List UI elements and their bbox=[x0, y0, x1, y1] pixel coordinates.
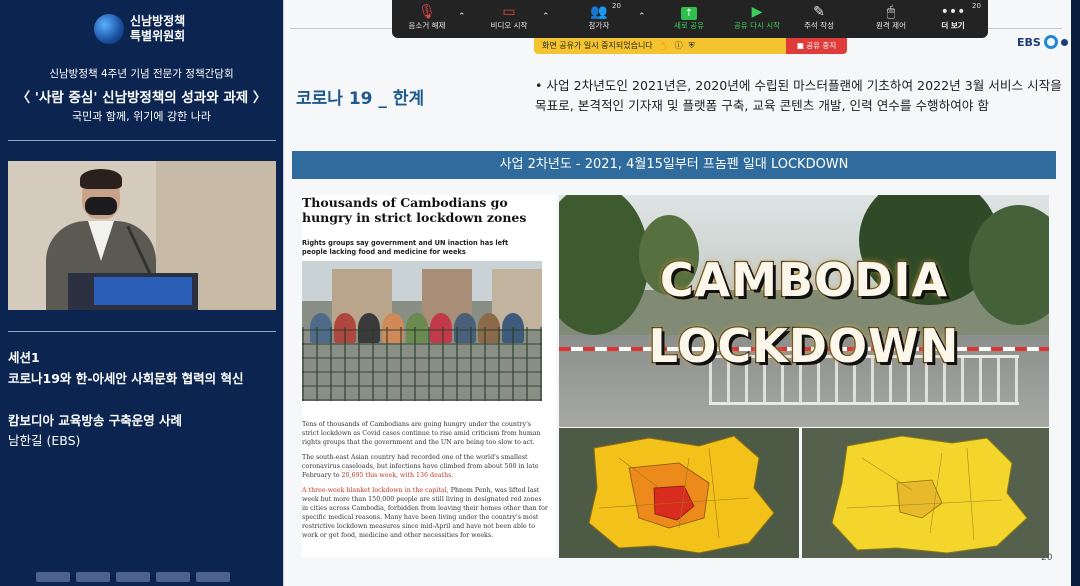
article-paragraph-1: Tens of thousands of Cambodians are goin… bbox=[302, 421, 541, 446]
article-paragraph-2: The south-east Asian country had recorde… bbox=[302, 453, 548, 480]
ebs-logo: EBS bbox=[1017, 35, 1068, 49]
session-title: 코로나19와 한-아세안 사회문화 협력의 혁신 bbox=[8, 371, 244, 386]
participants-button[interactable]: 👥 참가자 bbox=[564, 3, 634, 37]
event-info-panel: 신남방정책 특별위원회 신남방정책 4주년 기념 전문가 정책간담회 〈 '사람… bbox=[0, 0, 283, 586]
podium-sign bbox=[94, 277, 192, 305]
info-icon[interactable]: ⓘ bbox=[675, 38, 683, 54]
article-body: Tens of thousands of Cambodians are goin… bbox=[302, 420, 548, 546]
sponsor-logo bbox=[196, 572, 230, 582]
start-video-label: 비디오 시작 bbox=[490, 21, 528, 30]
slide-heading: 코로나 19 _ 한계 bbox=[296, 89, 425, 109]
presenter-info: 캄보디아 교육방송 구축운영 사례 남한길 (EBS) bbox=[8, 411, 182, 451]
start-video-button[interactable]: ▭ 비디오 시작 bbox=[474, 3, 544, 37]
article-dek: Rights groups say government and UN inac… bbox=[302, 239, 509, 256]
slide-banner: 사업 2차년도 - 2021, 4월15일부터 프놈펜 일대 LOCKDOWN bbox=[292, 151, 1056, 179]
event-subtitle: 신남방정책 4주년 기념 전문가 정책간담회 bbox=[49, 68, 234, 80]
video-off-icon: ▭ bbox=[502, 4, 516, 20]
new-share-button[interactable]: ↑ 새로 공유 bbox=[654, 3, 724, 37]
session-label: 세션1 bbox=[8, 350, 40, 365]
logo-line-1: 신남방정책 bbox=[130, 14, 186, 28]
share-status-bar: 화면 공유가 일시 중지되었습니다 ✋ ⓘ ⛨ ■ 공유 중지 bbox=[534, 38, 847, 54]
slide-bullet: • 사업 2차년도인 2021년은, 2020년에 수립된 마스터플랜에 기초하… bbox=[535, 78, 1062, 113]
sponsor-logo bbox=[116, 572, 150, 582]
resume-share-button[interactable]: ▶ 공유 다시 시작 bbox=[722, 3, 792, 37]
session-info: 세션1 코로나19와 한-아세안 사회문화 협력의 혁신 bbox=[8, 347, 244, 389]
more-label: 더 보기 bbox=[941, 21, 965, 30]
globe-logo-icon bbox=[94, 14, 124, 44]
video-options-chevron-icon[interactable]: ⌃ bbox=[542, 12, 550, 22]
stop-share-button[interactable]: ■ 공유 중지 bbox=[786, 38, 847, 54]
remote-control-button[interactable]: 🖱 원격 제어 bbox=[856, 3, 926, 37]
mic-muted-icon: 🎙 bbox=[418, 4, 436, 20]
ebs-c-icon bbox=[1043, 35, 1058, 49]
security-shield-icon[interactable]: ⛨ bbox=[689, 38, 695, 54]
remote-control-icon: 🖱 bbox=[886, 4, 896, 20]
ebs-dot-icon bbox=[1060, 38, 1068, 46]
article-headline: Thousands of Cambodians go hungry in str… bbox=[302, 195, 527, 225]
annotate-label: 주석 작성 bbox=[804, 21, 834, 30]
unmute-button[interactable]: 🎙 음소거 해제 bbox=[392, 3, 462, 37]
participants-icon: 👥 bbox=[590, 4, 608, 20]
unmute-label: 음소거 해제 bbox=[408, 21, 446, 30]
share-paused-message: 화면 공유가 일시 중지되었습니다 ✋ ⓘ ⛨ bbox=[534, 38, 786, 54]
logo-line-2: 특별위원회 bbox=[130, 29, 186, 43]
participants-options-chevron-icon[interactable]: ⌃ bbox=[638, 12, 646, 22]
page-number: 20 bbox=[1041, 553, 1053, 563]
talk-title: 캄보디아 교육방송 구축운영 사례 bbox=[8, 413, 183, 428]
article-link-cases: 20,695 this week, with 136 deaths. bbox=[341, 472, 454, 479]
resume-share-label: 공유 다시 시작 bbox=[733, 21, 781, 30]
event-slogan: 국민과 함께, 위기에 강한 나라 bbox=[72, 110, 211, 123]
article-link-lockdown: A three-week blanket lockdown in the cap… bbox=[302, 487, 449, 494]
participants-count: 20 bbox=[612, 2, 621, 10]
share-paused-text: 화면 공유가 일시 중지되었습니다 bbox=[542, 41, 653, 50]
presenter-name: 남한길 (EBS) bbox=[8, 433, 81, 448]
audio-options-chevron-icon[interactable]: ⌃ bbox=[458, 12, 466, 22]
committee-logo: 신남방정책 특별위원회 bbox=[94, 14, 185, 44]
participants-label: 참가자 bbox=[588, 21, 610, 30]
shared-slide: EBS 코로나 19 _ 한계 • 사업 2차년도인 2021년은, 2020년… bbox=[283, 0, 1071, 586]
sponsor-logos bbox=[36, 572, 230, 582]
sponsor-logo bbox=[76, 572, 110, 582]
sponsor-logo bbox=[36, 572, 70, 582]
article-paragraph-3: A three-week blanket lockdown in the cap… bbox=[302, 486, 548, 540]
divider bbox=[8, 140, 276, 141]
red-zone-map-2 bbox=[802, 428, 1049, 558]
ebs-logo-text: EBS bbox=[1017, 35, 1041, 49]
cambodia-overlay-text: CAMBODIA bbox=[659, 252, 949, 309]
article-photo bbox=[302, 261, 542, 401]
share-screen-icon: ↑ bbox=[654, 3, 724, 21]
lockdown-overlay-text: LOCKDOWN bbox=[647, 318, 960, 375]
resume-share-icon: ▶ bbox=[751, 4, 763, 20]
annotate-icon: ✎ bbox=[813, 4, 825, 20]
sponsor-logo bbox=[156, 572, 190, 582]
annotate-button[interactable]: ✎ 주석 작성 bbox=[784, 3, 854, 37]
meeting-toolbar: 🎙 음소거 해제 ⌃ ▭ 비디오 시작 ⌃ 👥 참가자 20 ⌃ ↑ 새로 공유… bbox=[392, 0, 988, 38]
lockdown-photo: CAMBODIA LOCKDOWN bbox=[559, 195, 1049, 427]
screen: 신남방정책 특별위원회 신남방정책 4주년 기념 전문가 정책간담회 〈 '사람… bbox=[0, 0, 1080, 586]
red-zone-map-1 bbox=[559, 428, 799, 558]
remote-control-label: 원격 제어 bbox=[876, 21, 906, 30]
divider bbox=[8, 331, 276, 332]
new-share-label: 새로 공유 bbox=[674, 21, 704, 30]
speaker-video bbox=[8, 161, 276, 310]
news-clipping: Thousands of Cambodians go hungry in str… bbox=[302, 195, 556, 557]
more-count: 20 bbox=[972, 2, 981, 10]
event-title: 〈 '사람 중심' 신남방정책의 성과와 과제 〉 bbox=[16, 90, 267, 106]
article-paragraph-3-text: Phnom Penh, was lifted last week but mor… bbox=[302, 487, 548, 539]
pin-icon[interactable]: ✋ bbox=[659, 38, 669, 54]
